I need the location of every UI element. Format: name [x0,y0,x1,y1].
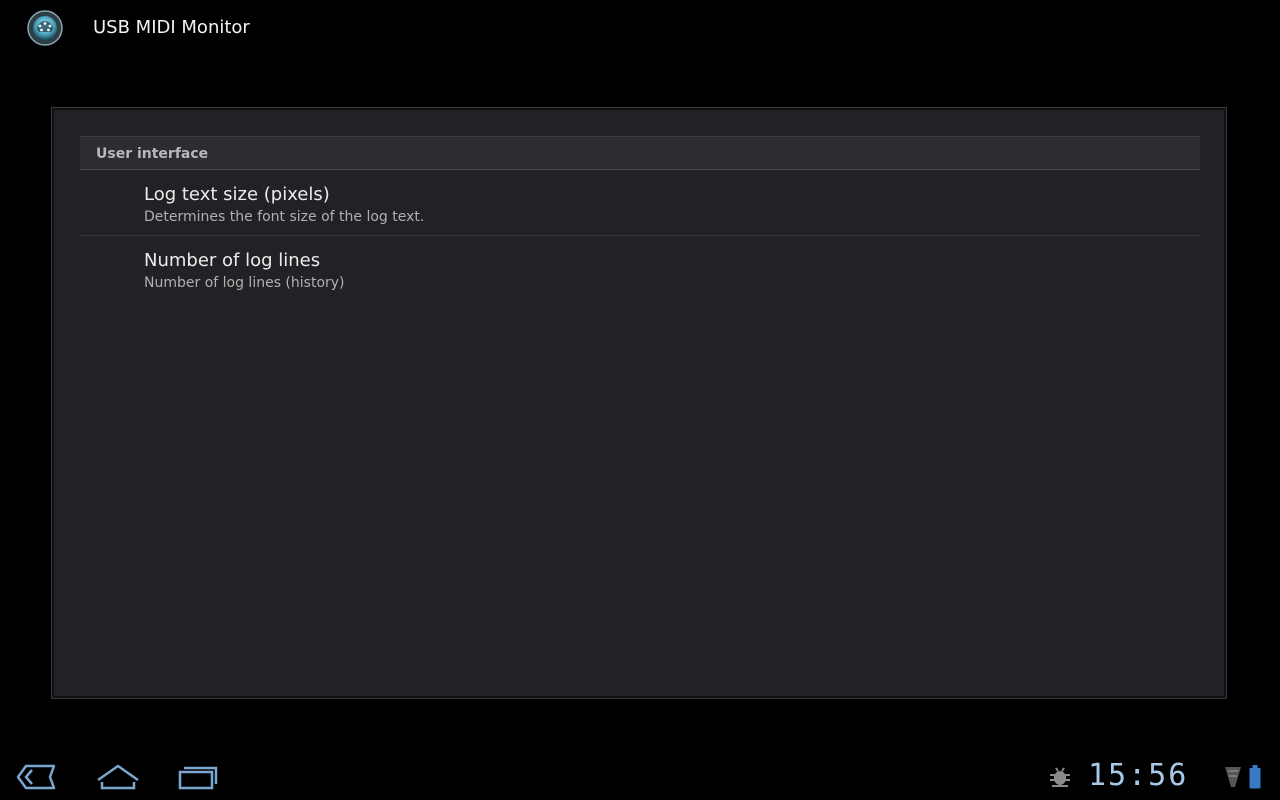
preferences-panel: User interface Log text size (pixels) De… [51,107,1227,699]
back-icon[interactable] [14,762,62,792]
signal-icon [1224,766,1242,788]
pref-summary: Determines the font size of the log text… [144,209,425,225]
preference-category-header: User interface [80,136,1200,170]
pref-title: Number of log lines [144,250,321,271]
home-icon[interactable] [94,762,142,792]
midi-app-icon[interactable] [27,10,63,46]
debug-icon [1048,766,1072,788]
pref-title: Log text size (pixels) [144,184,330,205]
pref-summary: Number of log lines (history) [144,275,345,291]
pref-log-text-size[interactable]: Log text size (pixels) Determines the fo… [80,172,1200,236]
pref-number-of-log-lines[interactable]: Number of log lines Number of log lines … [80,238,1200,302]
clock[interactable]: 15:56 [1088,756,1188,796]
recent-apps-icon[interactable] [174,762,222,792]
category-label: User interface [96,146,209,162]
app-title: USB MIDI Monitor [93,17,250,38]
action-bar: USB MIDI Monitor [0,0,1280,56]
battery-icon [1249,765,1261,789]
